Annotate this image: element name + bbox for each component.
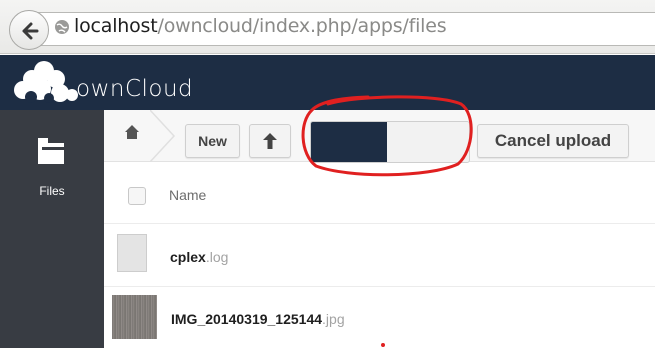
file-extension: .jpg [322,311,345,327]
file-list-header: Name [104,163,655,224]
upload-progress-fill [311,122,387,162]
red-annotation-dot [381,343,385,347]
arrow-up-icon [263,133,277,149]
folder-icon [38,138,64,164]
sidebar-item-files[interactable]: Files [0,110,104,220]
globe-icon [55,20,69,34]
name-column-header[interactable]: Name [169,187,206,203]
home-icon [125,125,139,139]
upload-button[interactable] [249,124,291,158]
app-header: ownCloud [0,55,655,110]
file-row[interactable]: cplex.log [104,225,655,287]
new-button[interactable]: New [185,124,240,158]
file-basename: cplex [170,249,206,265]
url-host: localhost [74,15,158,37]
back-arrow-icon [22,22,39,40]
file-icon [117,234,147,272]
image-thumbnail [112,295,157,339]
select-all-checkbox[interactable] [128,187,146,205]
back-button[interactable] [9,10,49,50]
browser-toolbar: localhost/owncloud/index.php/apps/files [0,0,655,54]
file-basename: IMG_20140319_125144 [171,311,323,327]
url-path: /owncloud/index.php/apps/files [157,15,447,37]
cancel-upload-button[interactable]: Cancel upload [477,124,629,158]
file-row[interactable]: IMG_20140319_125144.jpg [104,288,655,348]
file-name[interactable]: IMG_20140319_125144.jpg [171,311,345,327]
app-navigation: Files [0,110,104,348]
file-name[interactable]: cplex.log [170,249,228,265]
owncloud-logo-icon[interactable] [10,57,78,107]
controls-bar: New Cancel upload [104,110,655,163]
sidebar-item-label: Files [39,184,65,198]
url-text[interactable]: localhost/owncloud/index.php/apps/files [74,15,447,37]
file-extension: .log [205,249,229,265]
app-name: ownCloud [76,76,194,102]
upload-progress-bar [310,121,470,163]
breadcrumb-separator [150,110,176,162]
